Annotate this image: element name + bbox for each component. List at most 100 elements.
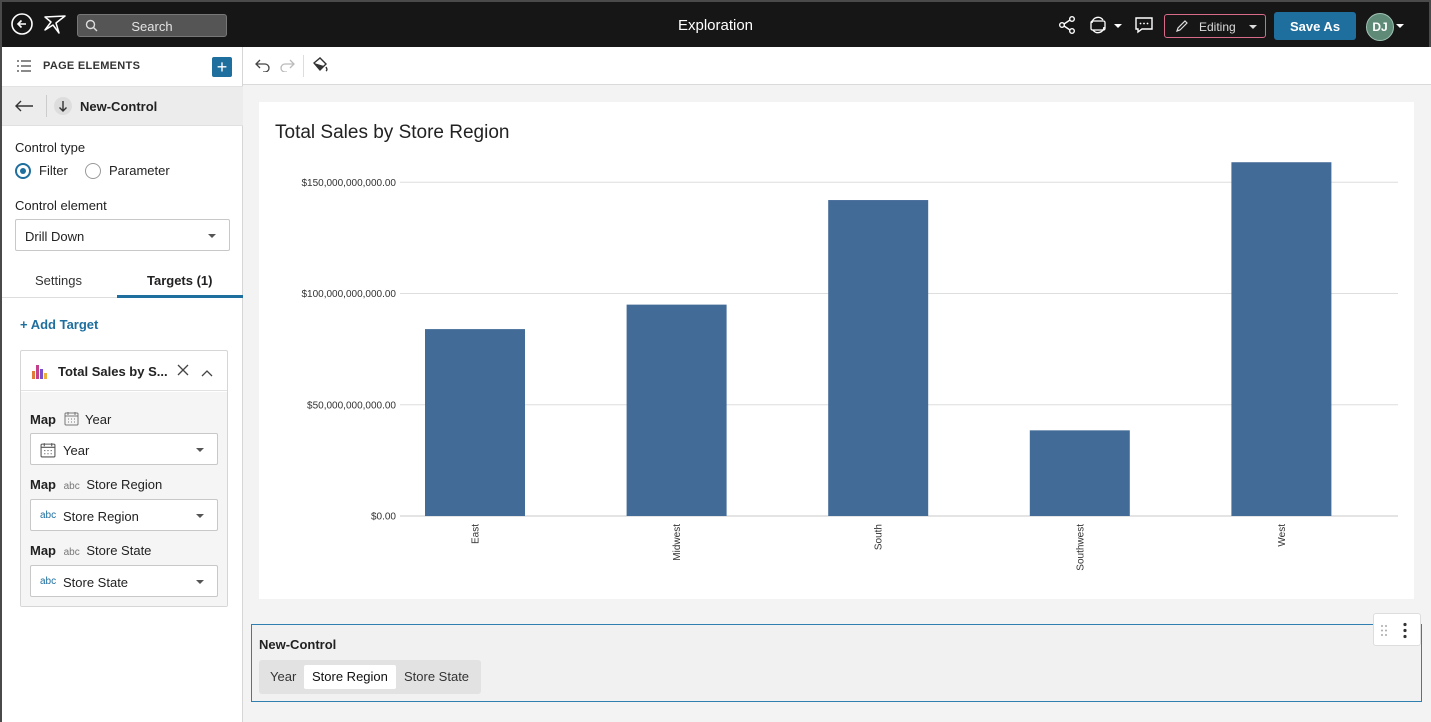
map-word: Map [30,412,56,427]
bar-south[interactable] [828,200,929,517]
divider [303,55,304,77]
target-card-header[interactable]: Total Sales by S... [21,351,227,391]
element-menu[interactable] [1373,613,1421,646]
editing-dropdown[interactable]: Editing [1164,14,1266,38]
control-element-label: Control element [15,198,107,213]
undo-icon[interactable] [255,58,271,75]
panel-tabs: Settings Targets (1) [2,264,243,298]
avatar-chevron-down-icon[interactable] [1396,24,1404,28]
control-element-select[interactable]: Drill Down [15,219,230,251]
calendar-icon [40,442,56,461]
x-tick-label: Southwest [1075,524,1086,571]
text-type-icon: abc [40,576,57,587]
map-source-year: Year [85,412,112,427]
y-tick-label: $100,000,000,000.00 [301,289,396,300]
map-label-store-region: Map abc Store Region [30,477,162,492]
page-elements-label: PAGE ELEMENTS [43,60,141,72]
control-name: New-Control [80,99,158,114]
control-element-value: Drill Down [25,229,85,244]
filter-radio[interactable] [15,163,31,179]
chevron-down-icon [196,448,204,452]
x-tick-label: Midwest [672,524,683,561]
page-elements-header: PAGE ELEMENTS + [2,47,243,87]
parameter-radio-label[interactable]: Parameter [109,163,170,178]
back-arrow-icon[interactable] [14,98,34,117]
calendar-icon [64,411,79,429]
map-select-store-region[interactable]: abc Store Region [30,499,218,531]
add-target-link[interactable]: + Add Target [20,317,98,332]
list-icon[interactable] [16,59,32,76]
text-type-icon: abc [63,547,80,558]
chevron-down-icon [196,580,204,584]
target-name: Total Sales by S... [58,364,168,379]
more-vertical-icon[interactable] [1402,622,1408,642]
comment-icon[interactable] [1133,15,1155,35]
top-bar: Search Exploration Editing Save As DJ [0,0,1431,47]
add-element-button[interactable]: + [212,57,232,77]
tab-targets[interactable]: Targets (1) [147,273,213,288]
drill-level-store-region[interactable]: Store Region [304,665,396,689]
drill-down-icon [54,97,72,115]
filter-radio-label[interactable]: Filter [39,163,68,178]
close-icon[interactable] [177,364,189,379]
chevron-down-icon [208,234,216,238]
control-header: New-Control [2,87,243,126]
back-circle-icon[interactable] [10,12,34,36]
bar-midwest[interactable] [626,304,727,516]
drill-level-store-state[interactable]: Store State [396,665,477,689]
map-label-year: Map Year [30,411,111,429]
drill-down-control: New-Control Year Store Region Store Stat… [251,624,1422,702]
bar-chart: $0.00 $50,000,000,000.00 $100,000,000,000.… [301,162,1398,571]
tab-settings[interactable]: Settings [35,273,82,288]
control-type-label: Control type [15,140,86,155]
bar-west[interactable] [1231,162,1332,516]
drill-level-year[interactable]: Year [262,665,304,689]
bar-chart-icon [31,362,49,383]
map-word: Map [30,477,56,492]
map-word: Map [30,543,56,558]
x-tick-label: South [874,524,885,550]
active-tab-indicator [117,295,243,298]
sync-icon[interactable] [1088,14,1124,36]
target-mappings: Map Year Year Map abc Store Region abc S… [21,392,227,606]
search-input[interactable]: Search [77,14,227,37]
map-value-store-region: Store Region [63,509,139,524]
map-value-store-state: Store State [63,575,129,590]
text-type-icon: abc [40,510,57,521]
drill-level-segmented: Year Store Region Store State [259,660,481,694]
paint-bucket-icon[interactable] [311,56,329,77]
map-value-year: Year [63,443,90,458]
bar-southwest[interactable] [1029,430,1130,516]
redo-icon[interactable] [279,58,295,75]
drag-handle-icon[interactable] [1380,624,1388,640]
avatar[interactable]: DJ [1366,13,1394,41]
chevron-down-icon [1249,25,1257,29]
chart-card[interactable]: Total Sales by Store Region $0.00 $50,000… [259,102,1414,599]
target-card: Total Sales by S... Map Year Year Map ab… [20,350,228,607]
logo-icon[interactable] [42,12,68,36]
parameter-radio[interactable] [85,163,101,179]
map-source-store-region: Store Region [86,477,163,492]
divider [46,95,47,117]
x-tick-label: East [471,524,482,544]
share-icon[interactable] [1056,14,1078,36]
y-tick-label: $150,000,000,000.00 [301,178,396,189]
y-tick-label: $0.00 [371,512,396,523]
control-strip-name: New-Control [259,637,337,652]
text-type-icon: abc [63,481,80,492]
map-select-year[interactable]: Year [30,433,218,465]
map-select-store-state[interactable]: abc Store State [30,565,218,597]
save-as-button[interactable]: Save As [1274,12,1356,40]
editing-label: Editing [1199,20,1236,34]
chevron-down-icon [196,514,204,518]
y-tick-label: $50,000,000,000.00 [307,400,396,411]
bar-east[interactable] [425,329,525,516]
canvas-toolbar [243,47,1431,85]
pencil-icon [1175,19,1189,36]
map-source-store-state: Store State [86,543,152,558]
x-tick-label: West [1277,524,1288,547]
search-placeholder: Search [131,19,173,34]
left-panel: PAGE ELEMENTS + New-Control Control type… [0,47,243,722]
map-label-store-state: Map abc Store State [30,543,151,558]
chevron-up-icon[interactable] [201,365,213,380]
